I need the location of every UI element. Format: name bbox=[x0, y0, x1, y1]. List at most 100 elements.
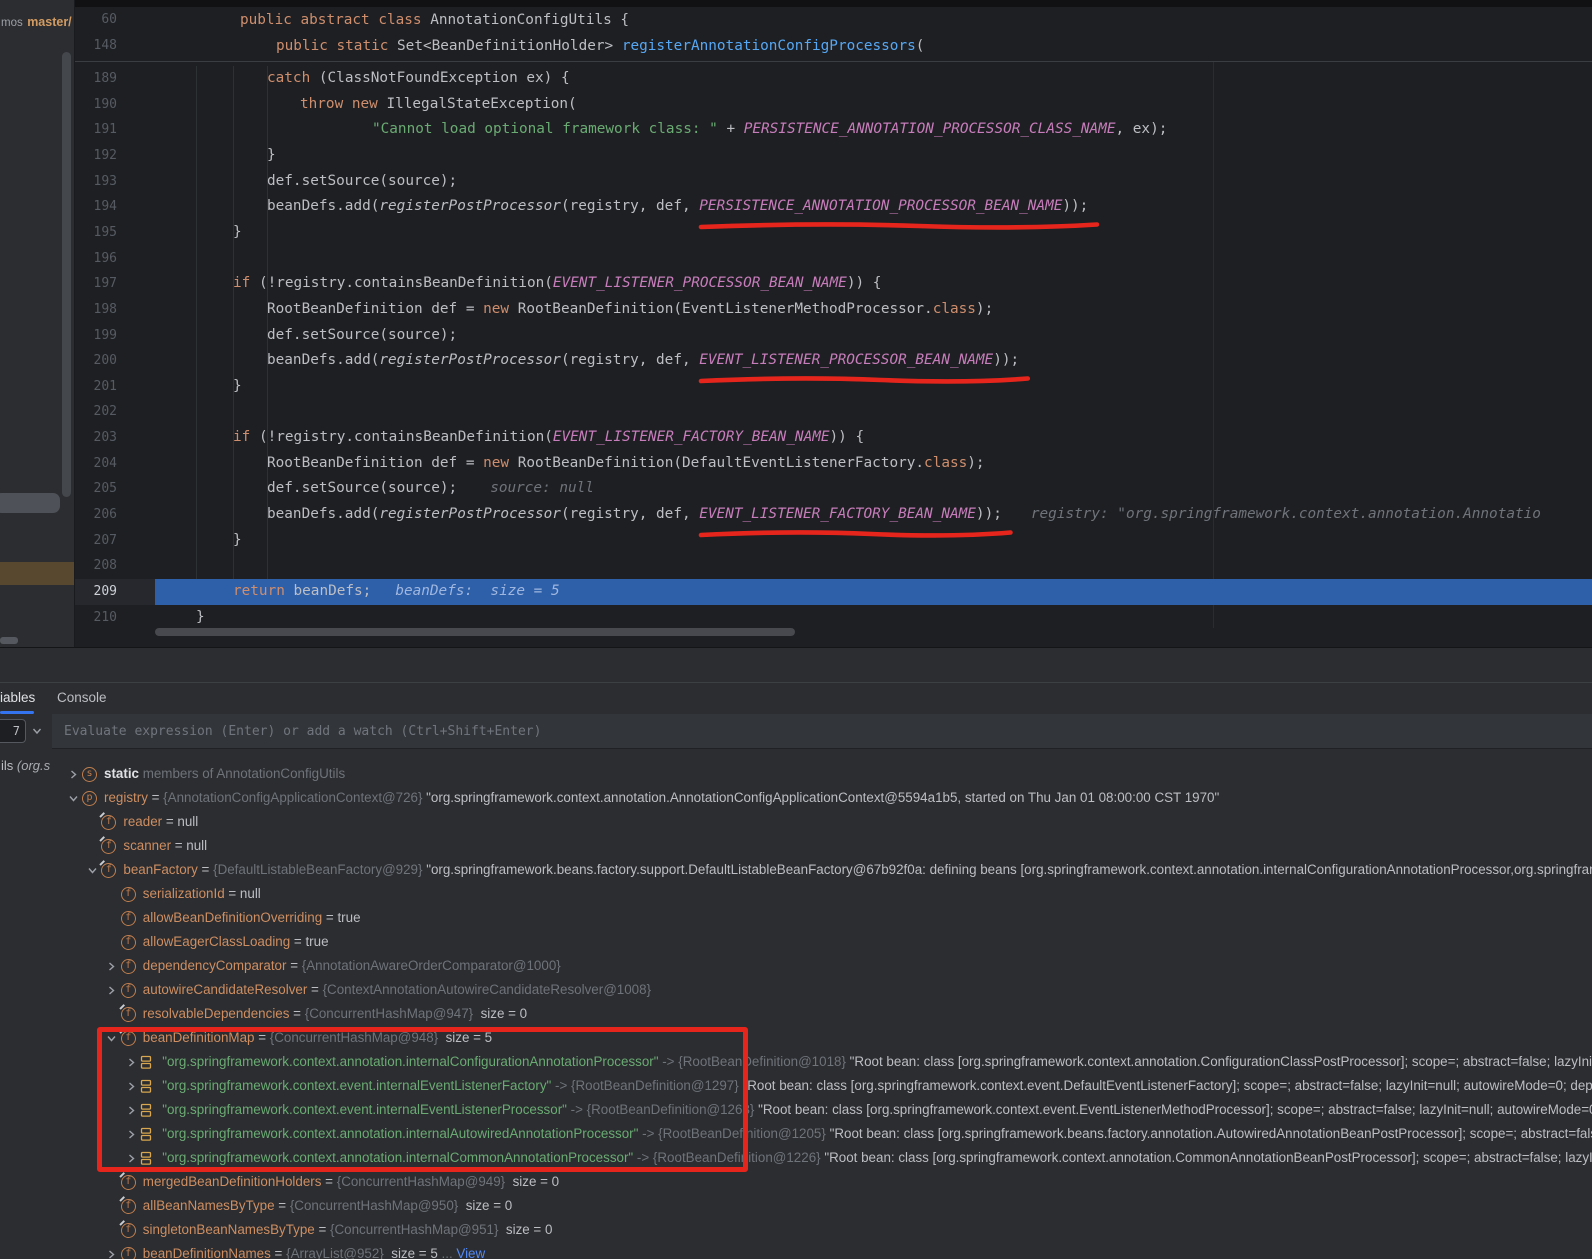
code-line[interactable]: beanDefs.add(registerPostProcessor(regis… bbox=[155, 348, 1592, 374]
variable-row-beanDefinitionMap[interactable]: fbeanDefinitionMap = {ConcurrentHashMap@… bbox=[52, 1026, 1592, 1050]
line-number[interactable]: 196 bbox=[75, 246, 117, 272]
variable-row-serializationId[interactable]: fserializationId = null bbox=[52, 882, 1592, 906]
chevron-down-icon[interactable] bbox=[30, 724, 44, 743]
chevron-right-icon[interactable] bbox=[122, 1079, 140, 1094]
project-tree-selected-item[interactable] bbox=[0, 562, 74, 585]
variable-row-map-entry[interactable]: "org.springframework.context.event.inter… bbox=[52, 1098, 1592, 1122]
tab-variables-clipped[interactable]: iables bbox=[0, 683, 35, 714]
sticky-code-line[interactable]: public static Set<BeanDefinitionHolder> … bbox=[155, 33, 1592, 59]
code-line[interactable] bbox=[155, 553, 1592, 579]
line-number[interactable]: 197 bbox=[75, 271, 117, 297]
variable-row-allBeanNamesByType[interactable]: fallBeanNamesByType = {ConcurrentHashMap… bbox=[52, 1194, 1592, 1218]
sticky-code-line[interactable]: public abstract class AnnotationConfigUt… bbox=[155, 7, 1592, 33]
code-line[interactable]: throw new IllegalStateException( bbox=[155, 92, 1592, 118]
git-branch-label[interactable]: master/ bbox=[27, 15, 71, 29]
chevron-right-icon[interactable] bbox=[122, 1151, 140, 1166]
code-line[interactable]: RootBeanDefinition def = new RootBeanDef… bbox=[155, 451, 1592, 477]
variable-row-scanner[interactable]: fscanner = null bbox=[52, 834, 1592, 858]
chevron-down-icon[interactable] bbox=[103, 1031, 121, 1046]
line-number[interactable]: 203 bbox=[75, 425, 117, 451]
chevron-down-icon[interactable] bbox=[64, 791, 82, 806]
variable-row-map-entry[interactable]: "org.springframework.context.event.inter… bbox=[52, 1074, 1592, 1098]
chevron-right-icon[interactable] bbox=[103, 1247, 121, 1259]
variable-row-singletonBeanNamesByType[interactable]: fsingletonBeanNamesByType = {ConcurrentH… bbox=[52, 1218, 1592, 1242]
code-line[interactable] bbox=[155, 399, 1592, 425]
line-number[interactable]: 190 bbox=[75, 92, 117, 118]
line-number[interactable]: 210 bbox=[75, 605, 117, 631]
code-line[interactable]: if (!registry.containsBeanDefinition(EVE… bbox=[155, 425, 1592, 451]
editor-top-shadow bbox=[75, 0, 1592, 7]
line-number[interactable]: 200 bbox=[75, 348, 117, 374]
line-number[interactable]: 195 bbox=[75, 220, 117, 246]
red-underline-annotation bbox=[698, 374, 1031, 386]
code-line[interactable] bbox=[155, 246, 1592, 272]
line-number[interactable]: 206 bbox=[75, 502, 117, 528]
chevron-right-icon[interactable] bbox=[64, 767, 82, 782]
chevron-right-icon[interactable] bbox=[103, 959, 121, 974]
line-number[interactable]: 199 bbox=[75, 323, 117, 349]
tab-console[interactable]: Console bbox=[57, 683, 107, 714]
view-link[interactable]: View bbox=[456, 1246, 485, 1259]
variable-row-map-entry[interactable]: "org.springframework.context.annotation.… bbox=[52, 1122, 1592, 1146]
chevron-right-icon[interactable] bbox=[122, 1127, 140, 1142]
variable-row-allowEagerClassLoading[interactable]: fallowEagerClassLoading = true bbox=[52, 930, 1592, 954]
thread-selector-clipped[interactable]: 7 bbox=[0, 719, 26, 743]
variable-row-registry[interactable]: pregistry = {AnnotationConfigApplication… bbox=[52, 786, 1592, 810]
code-editor[interactable]: 1891901911921931941951961971981992002012… bbox=[75, 0, 1592, 647]
code-line[interactable]: beanDefs.add(registerPostProcessor(regis… bbox=[155, 194, 1592, 220]
code-line[interactable]: def.setSource(source); bbox=[155, 323, 1592, 349]
evaluate-expression-bar bbox=[52, 714, 1592, 749]
line-number[interactable]: 148 bbox=[75, 33, 117, 59]
line-number[interactable]: 208 bbox=[75, 553, 117, 579]
chevron-right-icon[interactable] bbox=[122, 1103, 140, 1118]
code-line[interactable]: } bbox=[155, 143, 1592, 169]
debug-panel: iables Console 7 ils (org.s sstatic memb… bbox=[0, 647, 1592, 1259]
line-number[interactable]: 209 bbox=[75, 579, 117, 605]
chevron-down-icon[interactable] bbox=[83, 863, 101, 878]
variable-row-beanFactory[interactable]: fbeanFactory = {DefaultListableBeanFacto… bbox=[52, 858, 1592, 882]
code-line[interactable]: RootBeanDefinition def = new RootBeanDef… bbox=[155, 297, 1592, 323]
variable-row-static-members[interactable]: sstatic members of AnnotationConfigUtils bbox=[52, 762, 1592, 786]
code-line[interactable]: def.setSource(source);source: null bbox=[155, 476, 1592, 502]
code-line[interactable]: beanDefs.add(registerPostProcessor(regis… bbox=[155, 502, 1592, 528]
parameter-icon: p bbox=[82, 791, 97, 806]
variable-row-reader[interactable]: freader = null bbox=[52, 810, 1592, 834]
chevron-right-icon[interactable] bbox=[122, 1055, 140, 1070]
code-line[interactable]: return beanDefs;beanDefs: size = 5 bbox=[155, 579, 1592, 605]
variable-row-beanDefinitionNames[interactable]: fbeanDefinitionNames = {ArrayList@952} s… bbox=[52, 1242, 1592, 1259]
line-number[interactable]: 193 bbox=[75, 169, 117, 195]
final-field-icon: f bbox=[101, 839, 116, 854]
editor-hscrollbar-thumb[interactable] bbox=[155, 628, 795, 636]
variable-row-resolvableDependencies[interactable]: fresolvableDependencies = {ConcurrentHas… bbox=[52, 1002, 1592, 1026]
variable-row-mergedBeanDefinitionHolders[interactable]: fmergedBeanDefinitionHolders = {Concurre… bbox=[52, 1170, 1592, 1194]
project-hscrollbar[interactable] bbox=[0, 637, 18, 644]
stack-frame-item-clipped[interactable]: ils (org.s bbox=[1, 758, 50, 773]
code-line[interactable]: def.setSource(source); bbox=[155, 169, 1592, 195]
code-line[interactable]: catch (ClassNotFoundException ex) { bbox=[155, 66, 1592, 92]
line-number[interactable]: 189 bbox=[75, 66, 117, 92]
chevron-right-icon[interactable] bbox=[103, 983, 121, 998]
project-tree-item-clipped[interactable] bbox=[0, 493, 60, 513]
line-number[interactable]: 204 bbox=[75, 451, 117, 477]
line-number[interactable]: 202 bbox=[75, 399, 117, 425]
line-number[interactable]: 207 bbox=[75, 528, 117, 554]
line-number[interactable]: 201 bbox=[75, 374, 117, 400]
line-number[interactable]: 194 bbox=[75, 194, 117, 220]
line-number[interactable]: 191 bbox=[75, 117, 117, 143]
line-number[interactable]: 192 bbox=[75, 143, 117, 169]
code-line[interactable]: } bbox=[155, 605, 1592, 631]
variable-row-autowireCandidateResolver[interactable]: fautowireCandidateResolver = {ContextAnn… bbox=[52, 978, 1592, 1002]
project-scrollbar[interactable] bbox=[62, 52, 71, 497]
variable-row-map-entry[interactable]: "org.springframework.context.annotation.… bbox=[52, 1050, 1592, 1074]
variable-row-map-entry[interactable]: "org.springframework.context.annotation.… bbox=[52, 1146, 1592, 1170]
line-number[interactable]: 198 bbox=[75, 297, 117, 323]
code-line[interactable]: if (!registry.containsBeanDefinition(EVE… bbox=[155, 271, 1592, 297]
line-number[interactable]: 60 bbox=[75, 7, 117, 33]
line-number[interactable]: 205 bbox=[75, 476, 117, 502]
code-line[interactable]: "Cannot load optional framework class: "… bbox=[155, 117, 1592, 143]
variable-row-dependencyComparator[interactable]: fdependencyComparator = {AnnotationAware… bbox=[52, 954, 1592, 978]
evaluate-expression-input[interactable] bbox=[52, 714, 1515, 748]
variables-tree: sstatic members of AnnotationConfigUtils… bbox=[52, 749, 1592, 1259]
variable-row-allowBeanDefinitionOverriding[interactable]: fallowBeanDefinitionOverriding = true bbox=[52, 906, 1592, 930]
inline-debugger-hint: source: null bbox=[490, 480, 594, 496]
